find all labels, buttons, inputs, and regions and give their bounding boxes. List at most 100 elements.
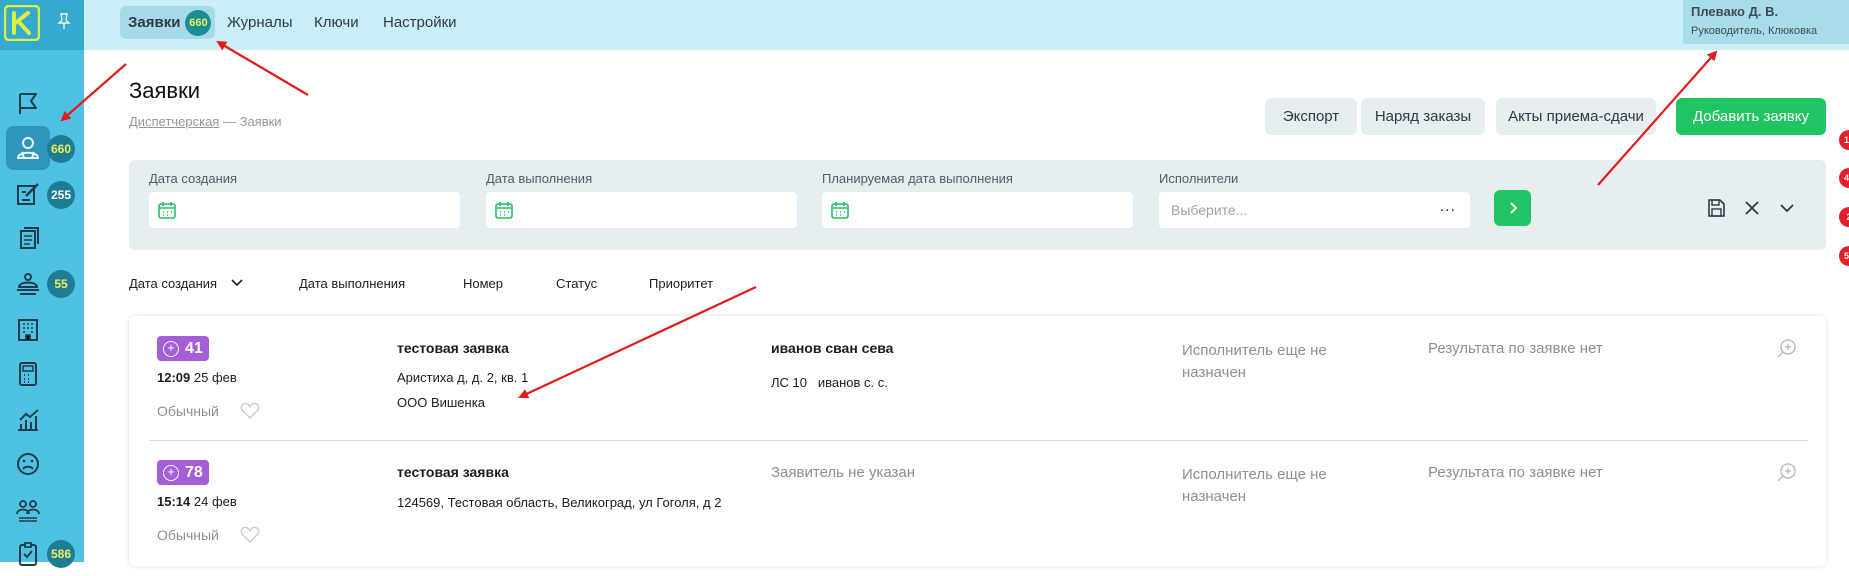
- orders-button[interactable]: Наряд заказы: [1361, 98, 1485, 135]
- sidebar-item-edit[interactable]: [6, 172, 50, 216]
- sort-created-label: Дата создания: [129, 276, 218, 291]
- logo[interactable]: [4, 5, 40, 41]
- request-result: Результата по заявке нет: [1428, 464, 1603, 481]
- zoom-in-icon[interactable]: [1776, 337, 1798, 359]
- request-number: 78: [185, 463, 203, 481]
- flag-icon: [19, 93, 37, 114]
- plus-circle-icon: +: [163, 340, 179, 357]
- request-applicant: Заявитель не указан: [771, 464, 916, 481]
- documents-icon: [20, 227, 39, 249]
- request-executor: Исполнитель еще не назначен: [1182, 342, 1327, 381]
- breadcrumb-current: Заявки: [239, 114, 282, 129]
- sidebar: 660 255 55 586: [0, 0, 84, 568]
- sidebar-badge-edit: 255: [47, 181, 75, 209]
- sort-priority[interactable]: Приоритет: [649, 276, 713, 291]
- chevron-right-icon: [1509, 202, 1517, 214]
- sidebar-badge-requests: 660: [47, 135, 75, 163]
- request-date: 25 фев: [193, 370, 237, 385]
- sidebar-badge-service: 55: [47, 270, 75, 298]
- request-title[interactable]: тестовая заявка: [397, 464, 509, 480]
- breadcrumb-separator: —: [222, 114, 236, 129]
- apply-filter-button[interactable]: [1494, 190, 1531, 226]
- filter-panel: Дата создания Дата выполнения Планируема…: [129, 160, 1826, 250]
- heart-icon[interactable]: [240, 526, 260, 544]
- filter-planned-input[interactable]: [822, 192, 1133, 228]
- save-icon[interactable]: [1705, 197, 1727, 219]
- users-icon: [16, 500, 40, 522]
- building-icon: [18, 319, 38, 341]
- sidebar-badge-checklist: 586: [47, 540, 75, 568]
- requests-icon: [16, 137, 40, 159]
- acts-button[interactable]: Акты приема-сдачи: [1496, 98, 1656, 135]
- request-org: ООО Вишенка: [397, 395, 485, 410]
- request-applicant: иванов сван сева: [771, 340, 894, 356]
- sidebar-item-calculator[interactable]: [6, 352, 50, 396]
- filter-planned-label: Планируемая дата выполнения: [822, 171, 1013, 186]
- sidebar-item-building[interactable]: [6, 308, 50, 352]
- request-address: 124569, Тестовая область, Великоград, ул…: [397, 495, 722, 510]
- checklist-icon: [19, 542, 37, 566]
- executors-more: ...: [1439, 198, 1456, 215]
- tab-requests[interactable]: Заявки 660: [120, 6, 216, 39]
- request-priority: Обычный: [157, 403, 219, 419]
- request-number: 41: [185, 339, 203, 357]
- executors-select[interactable]: Выберите... ...: [1159, 192, 1470, 228]
- request-number-badge[interactable]: + 41: [157, 336, 209, 361]
- sort-number[interactable]: Номер: [463, 276, 503, 291]
- top-nav: Заявки 660 Журналы Ключи Настройки: [84, 0, 1849, 50]
- sidebar-item-requests[interactable]: [6, 126, 50, 170]
- request-address: Аристиха д, д. 2, кв. 1: [397, 370, 529, 385]
- close-icon[interactable]: [1741, 197, 1763, 219]
- request-time: 12:09: [157, 370, 191, 385]
- sidebar-item-service[interactable]: [6, 262, 50, 306]
- plus-circle-icon: +: [163, 464, 179, 481]
- request-time: 15:14: [157, 494, 191, 509]
- request-datetime: 12:09 25 фев: [157, 370, 237, 385]
- row-divider: [149, 440, 1808, 441]
- service-icon: [17, 273, 39, 295]
- filter-done-input[interactable]: [486, 192, 797, 228]
- edit-icon: [17, 183, 39, 205]
- chevron-down-icon[interactable]: [1776, 197, 1798, 219]
- breadcrumb-link-dispatch[interactable]: Диспетчерская: [129, 114, 219, 129]
- notification-badge[interactable]: 47: [1839, 168, 1849, 188]
- tab-journals[interactable]: Журналы: [227, 6, 293, 39]
- heart-icon[interactable]: [240, 402, 260, 420]
- user-name: Плевако Д. В.: [1691, 4, 1779, 19]
- breadcrumb: Диспетчерская — Заявки: [129, 114, 282, 129]
- request-title[interactable]: тестовая заявка: [397, 340, 509, 356]
- chevron-down-icon: [231, 279, 243, 287]
- zoom-in-icon[interactable]: [1776, 461, 1798, 483]
- export-button[interactable]: Экспорт: [1265, 98, 1357, 135]
- sidebar-item-users[interactable]: [6, 488, 50, 532]
- add-request-button[interactable]: Добавить заявку: [1676, 98, 1826, 135]
- user-role: Руководитель, Клюковка: [1691, 25, 1818, 37]
- calendar-icon: [831, 202, 849, 219]
- tab-settings[interactable]: Настройки: [383, 6, 457, 39]
- request-date: 24 фев: [193, 494, 237, 509]
- request-account: ЛС 10 иванов с. с.: [771, 375, 888, 390]
- notification-badge[interactable]: 2: [1839, 207, 1849, 227]
- sidebar-item-checklist[interactable]: [6, 532, 50, 576]
- sort-created[interactable]: Дата создания: [129, 276, 243, 291]
- sort-status[interactable]: Статус: [556, 276, 597, 291]
- request-number-badge[interactable]: + 78: [157, 460, 209, 485]
- filter-created-input[interactable]: [149, 192, 460, 228]
- calendar-icon: [158, 202, 176, 219]
- chart-icon: [18, 409, 39, 431]
- tab-keys[interactable]: Ключи: [314, 6, 359, 39]
- request-priority: Обычный: [157, 527, 219, 543]
- sidebar-item-chart[interactable]: [6, 398, 50, 442]
- notification-badge[interactable]: 14: [1839, 130, 1849, 150]
- calculator-icon: [19, 362, 37, 386]
- tab-requests-badge: 660: [185, 9, 212, 36]
- sidebar-item-documents[interactable]: [6, 216, 50, 260]
- pin-icon[interactable]: [56, 12, 72, 30]
- tab-requests-label: Заявки: [128, 14, 181, 31]
- sort-done[interactable]: Дата выполнения: [299, 276, 405, 291]
- notification-badge[interactable]: 50: [1839, 246, 1849, 266]
- sidebar-item-flag[interactable]: [6, 82, 50, 126]
- filter-done-label: Дата выполнения: [486, 171, 593, 186]
- sidebar-item-complaints[interactable]: [6, 442, 50, 486]
- user-profile[interactable]: Плевако Д. В. Руководитель, Клюковка: [1683, 0, 1849, 44]
